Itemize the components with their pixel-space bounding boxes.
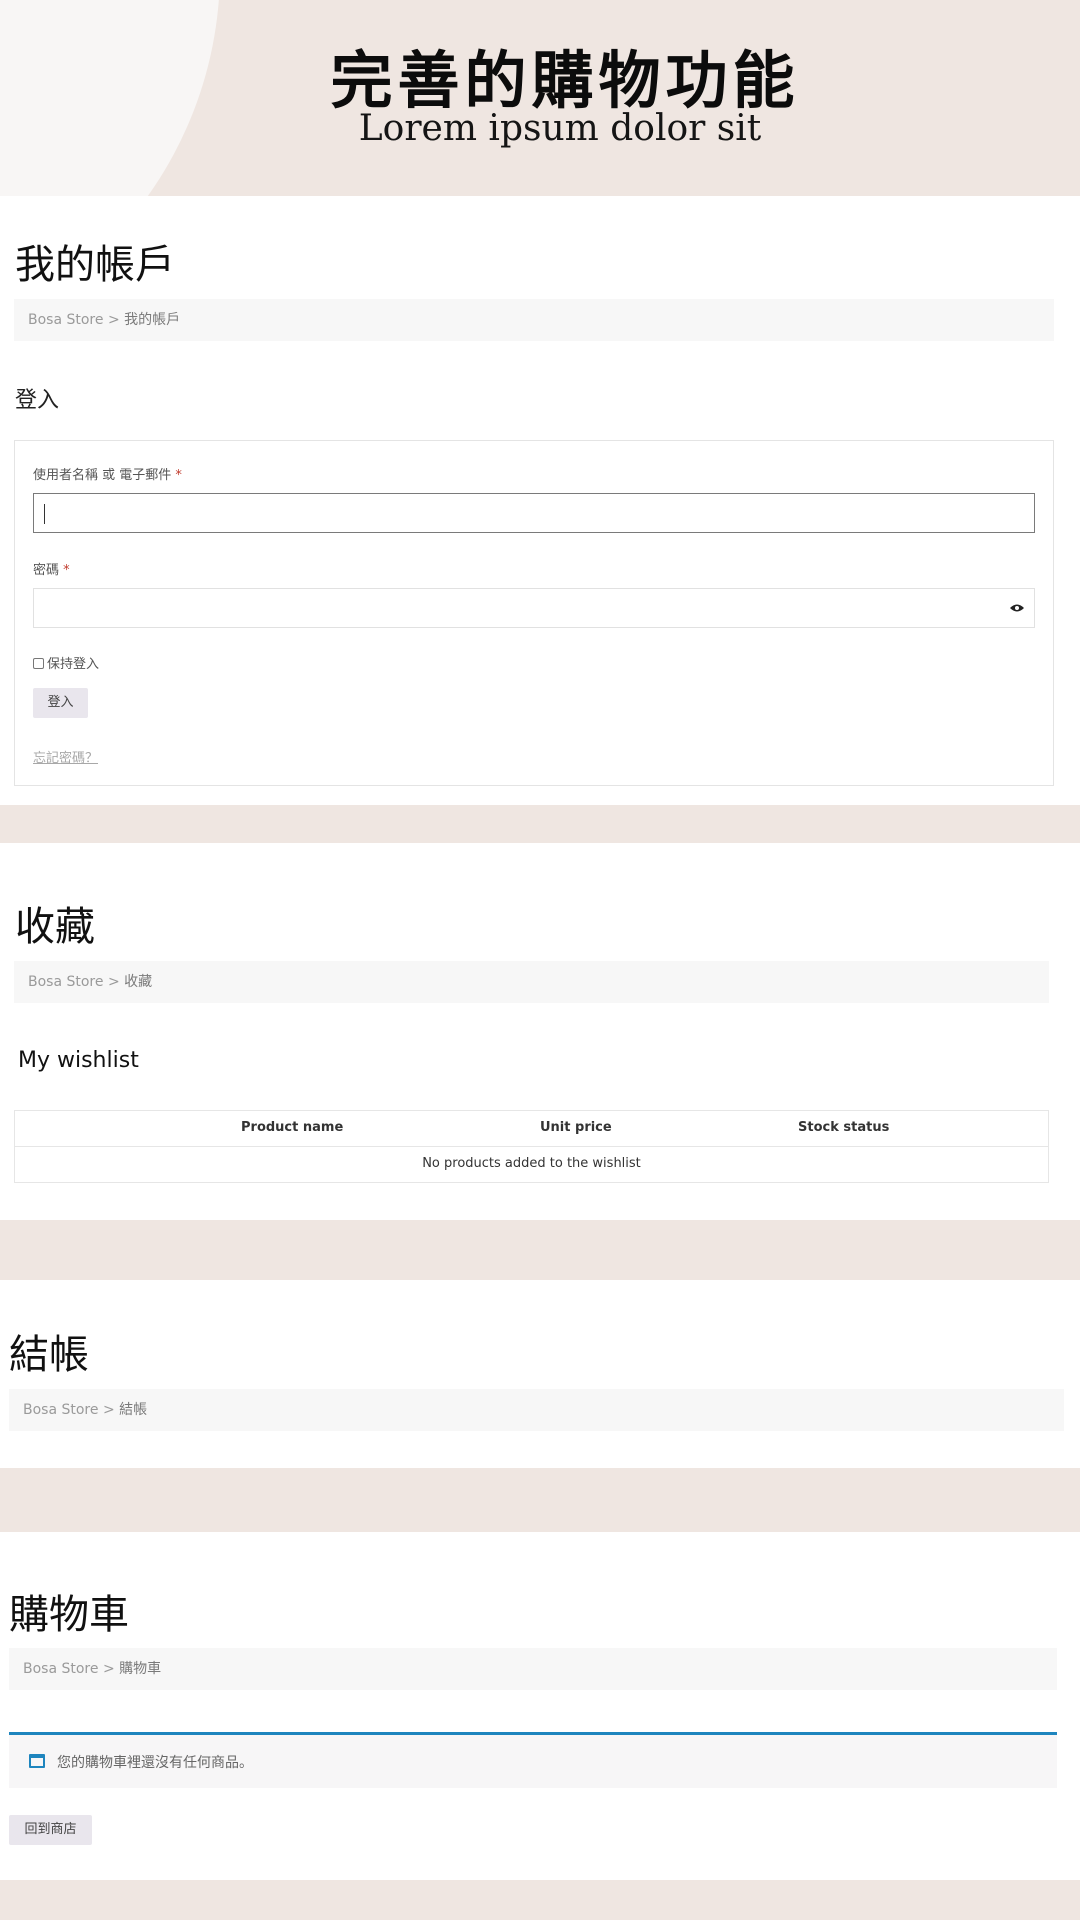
breadcrumb-separator: > — [107, 312, 120, 328]
return-to-shop-button[interactable]: 回到商店 — [9, 1815, 92, 1845]
remember-me[interactable]: 保持登入 — [33, 653, 99, 672]
remember-checkbox[interactable] — [33, 658, 44, 669]
required-mark: * — [63, 563, 70, 578]
breadcrumb-current: 購物車 — [119, 1661, 162, 1677]
breadcrumb-current: 收藏 — [124, 974, 153, 990]
wishlist-breadcrumb: Bosa Store > 收藏 — [14, 961, 1049, 1003]
cart-page-title: 購物車 — [9, 1592, 129, 1638]
hero-subtitle: Lorem ipsum dolor sit — [358, 108, 762, 149]
username-input[interactable] — [33, 493, 1035, 533]
column-header-unit-price: Unit price — [540, 1120, 612, 1135]
account-page-title: 我的帳戶 — [15, 242, 175, 288]
checkout-page-title: 結帳 — [9, 1332, 89, 1378]
breadcrumb-separator: > — [102, 1402, 115, 1418]
section-divider-band — [0, 1880, 1080, 1920]
breadcrumb-home-link[interactable]: Bosa Store — [23, 1402, 99, 1418]
cart-empty-message: 您的購物車裡還沒有任何商品。 — [57, 1755, 253, 1771]
breadcrumb-separator: > — [107, 974, 120, 990]
hero-banner: 完善的購物功能 Lorem ipsum dolor sit — [0, 0, 1080, 196]
required-mark: * — [175, 468, 182, 483]
breadcrumb-home-link[interactable]: Bosa Store — [28, 312, 104, 328]
wishlist-empty-message: No products added to the wishlist — [422, 1156, 641, 1171]
breadcrumb-current: 我的帳戶 — [124, 312, 181, 328]
section-divider-band — [0, 805, 1080, 843]
password-label: 密碼 * — [33, 563, 70, 578]
login-submit-button[interactable]: 登入 — [33, 688, 88, 718]
wishlist-table: Product name Unit price Stock status No … — [14, 1110, 1049, 1183]
cart-breadcrumb: Bosa Store > 購物車 — [9, 1648, 1057, 1690]
account-breadcrumb: Bosa Store > 我的帳戶 — [14, 299, 1054, 341]
wishlist-table-header: Product name Unit price Stock status — [15, 1111, 1048, 1147]
cart-empty-notice: 您的購物車裡還沒有任何商品。 — [9, 1732, 1057, 1788]
section-divider-band — [0, 1220, 1080, 1280]
wishlist-page-title: 收藏 — [15, 904, 95, 950]
login-form: 使用者名稱 或 電子郵件 * 密碼 * 保持登入 登入 忘記密碼？ — [14, 440, 1054, 786]
text-caret — [44, 504, 45, 524]
hero-title: 完善的購物功能 — [330, 44, 800, 117]
breadcrumb-current: 結帳 — [119, 1402, 148, 1418]
window-icon — [29, 1754, 45, 1768]
section-divider-band — [0, 1468, 1080, 1532]
remember-label: 保持登入 — [47, 657, 100, 672]
login-heading: 登入 — [15, 388, 60, 413]
column-header-product-name: Product name — [241, 1120, 344, 1135]
checkout-breadcrumb: Bosa Store > 結帳 — [9, 1389, 1064, 1431]
column-header-stock-status: Stock status — [798, 1120, 890, 1135]
eye-icon[interactable] — [1010, 601, 1024, 617]
forgot-password-link[interactable]: 忘記密碼？ — [33, 747, 98, 766]
breadcrumb-home-link[interactable]: Bosa Store — [23, 1661, 99, 1677]
password-input[interactable] — [33, 588, 1035, 628]
breadcrumb-home-link[interactable]: Bosa Store — [28, 974, 104, 990]
username-label: 使用者名稱 或 電子郵件 * — [33, 468, 182, 483]
wishlist-heading: My wishlist — [18, 1048, 139, 1073]
breadcrumb-separator: > — [102, 1661, 115, 1677]
